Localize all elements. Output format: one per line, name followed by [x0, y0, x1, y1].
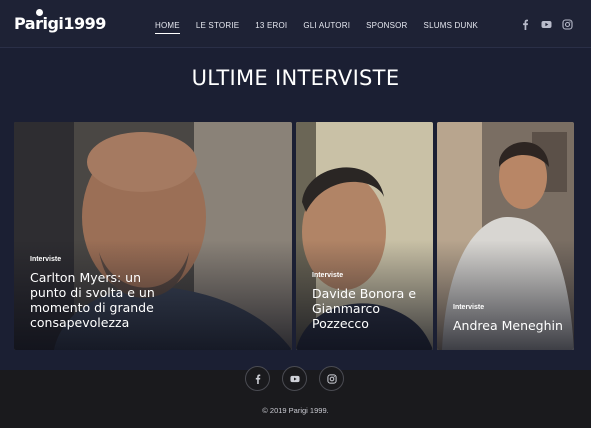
nav-item-le-storie[interactable]: LE STORIE — [196, 21, 239, 34]
footer-youtube-button[interactable] — [282, 366, 307, 391]
card-category: Interviste — [453, 304, 485, 311]
main-nav: HOME LE STORIE 13 EROI GLI AUTORI SPONSO… — [155, 21, 494, 34]
header-social-links — [520, 17, 573, 30]
basketball-icon — [36, 9, 43, 16]
page-title: ULTIME INTERVISTE — [191, 66, 400, 90]
interview-card-andrea-meneghin[interactable]: Interviste Andrea Meneghin — [437, 122, 574, 350]
card-title[interactable]: Carlton Myers: un punto di svolta e un m… — [30, 270, 180, 330]
facebook-icon — [255, 374, 260, 384]
footer-social-links — [245, 366, 344, 391]
nav-item-13-eroi[interactable]: 13 EROI — [255, 21, 287, 34]
youtube-icon[interactable] — [541, 17, 552, 28]
card-category: Interviste — [312, 272, 344, 279]
card-category: Interviste — [30, 256, 62, 263]
nav-item-sponsor[interactable]: SPONSOR — [366, 21, 407, 34]
instagram-icon — [326, 373, 337, 384]
instagram-icon[interactable] — [562, 17, 573, 30]
youtube-icon — [289, 375, 300, 382]
card-title[interactable]: Andrea Meneghin — [453, 318, 571, 333]
copyright-text: © 2019 Parigi 1999. — [262, 406, 329, 415]
logo-text: Parigi1999 — [14, 14, 106, 33]
facebook-icon[interactable] — [520, 17, 531, 30]
card-overlay — [437, 240, 574, 350]
nav-item-home[interactable]: HOME — [155, 21, 180, 34]
card-title[interactable]: Davide Bonora e Gianmarco Pozzecco — [312, 286, 422, 331]
nav-item-slums-dunk[interactable]: SLUMS DUNK — [424, 21, 478, 34]
site-header: Parigi1999 HOME LE STORIE 13 EROI GLI AU… — [0, 0, 591, 48]
nav-item-gli-autori[interactable]: GLI AUTORI — [303, 21, 350, 34]
site-footer: © 2019 Parigi 1999. — [0, 366, 591, 428]
interview-card-bonora-pozzecco[interactable]: Interviste Davide Bonora e Gianmarco Poz… — [296, 122, 433, 350]
interview-card-carlton-myers[interactable]: Interviste Carlton Myers: un punto di sv… — [14, 122, 292, 350]
footer-facebook-button[interactable] — [245, 366, 270, 391]
site-logo[interactable]: Parigi1999 — [14, 9, 106, 33]
footer-instagram-button[interactable] — [319, 366, 344, 391]
